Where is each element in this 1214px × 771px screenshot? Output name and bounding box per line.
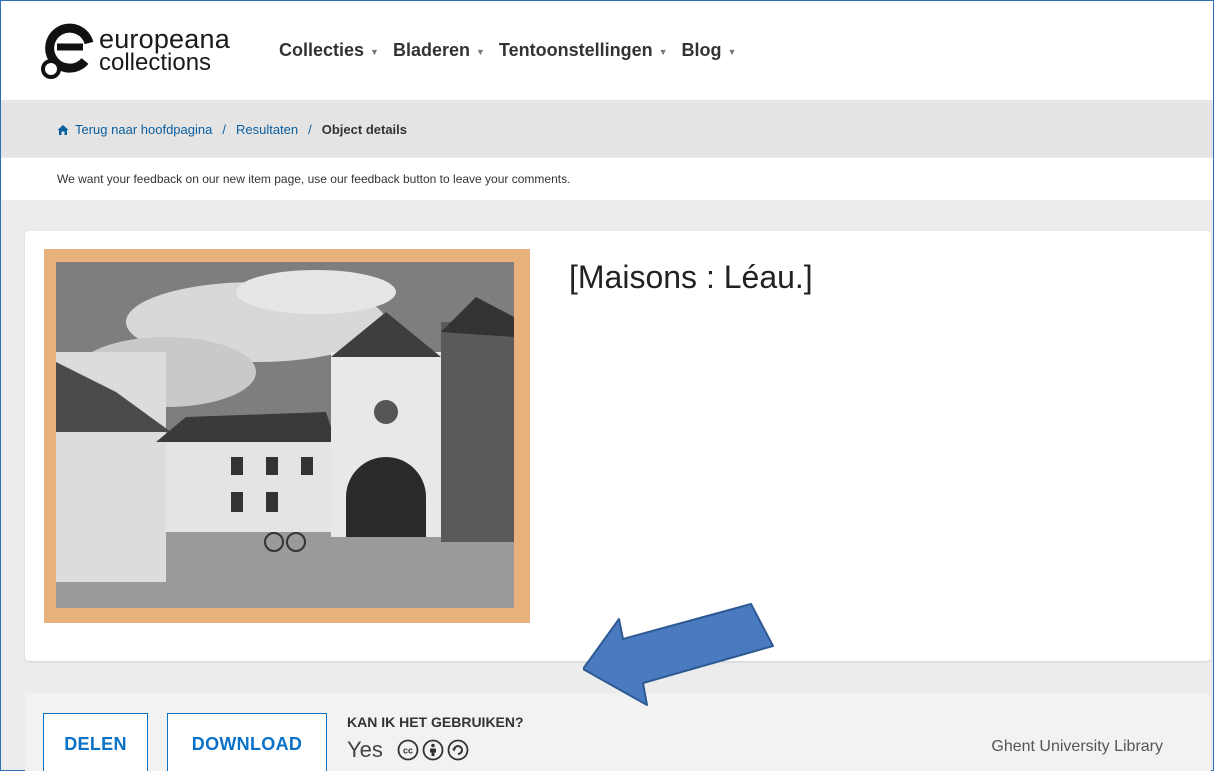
item-photo [56,262,514,608]
nav-bladeren[interactable]: Bladeren ▼ [393,40,485,61]
download-button[interactable]: DOWNLOAD [167,713,327,771]
cc-icon: cc [397,739,419,761]
nav-blog-label: Blog [681,40,722,60]
share-alike-icon [447,739,469,761]
europeana-logo-icon [41,23,94,79]
feedback-notice: We want your feedback on our new item pa… [1,158,1213,200]
item-image[interactable] [44,249,530,623]
breadcrumb-results-link[interactable]: Resultaten [236,122,298,137]
attribution-icon [422,739,444,761]
breadcrumb-separator: / [222,122,226,137]
nav-collecties[interactable]: Collecties ▼ [279,40,379,61]
site-header: europeana collections Collecties ▼ Blade… [1,1,1213,101]
nav-bladeren-label: Bladeren [392,40,470,60]
rights-heading: KAN IK HET GEBRUIKEN? [347,714,524,730]
nav-collecties-label: Collecties [279,40,365,60]
data-provider[interactable]: Ghent University Library [991,738,1163,756]
europeana-logo[interactable]: europeana collections [39,21,259,81]
license-icons[interactable]: cc [397,739,469,761]
rights-statement: Yes cc [347,737,469,763]
main-nav: Collecties ▼ Bladeren ▼ Tentoonstellinge… [279,40,736,61]
item-card: [Maisons : Léau.] [25,231,1211,661]
chevron-down-icon: ▼ [370,46,379,57]
breadcrumb-separator: / [308,122,312,137]
logo-subtitle: collections [99,48,212,76]
photo-illustration [56,262,514,608]
breadcrumb: Terug naar hoofdpagina / Resultaten / Ob… [1,102,1213,157]
chevron-down-icon: ▼ [658,46,668,57]
chevron-down-icon: ▼ [727,46,737,57]
feedback-message: We want your feedback on our new item pa… [57,172,571,186]
nav-tentoonstellingen[interactable]: Tentoonstellingen ▼ [499,40,668,61]
share-button[interactable]: DELEN [43,713,148,771]
home-icon [57,124,69,135]
nav-blog[interactable]: Blog ▼ [682,40,737,61]
item-title: [Maisons : Léau.] [569,259,813,295]
breadcrumb-current: Object details [321,122,407,137]
nav-tentoonstellingen-label: Tentoonstellingen [498,40,653,60]
rights-value: Yes [347,737,383,762]
chevron-down-icon: ▼ [476,46,485,57]
breadcrumb-home-link[interactable]: Terug naar hoofdpagina [75,122,212,137]
svg-text:cc: cc [403,746,413,756]
item-actions-bar: DELEN DOWNLOAD KAN IK HET GEBRUIKEN? Yes… [25,693,1211,771]
